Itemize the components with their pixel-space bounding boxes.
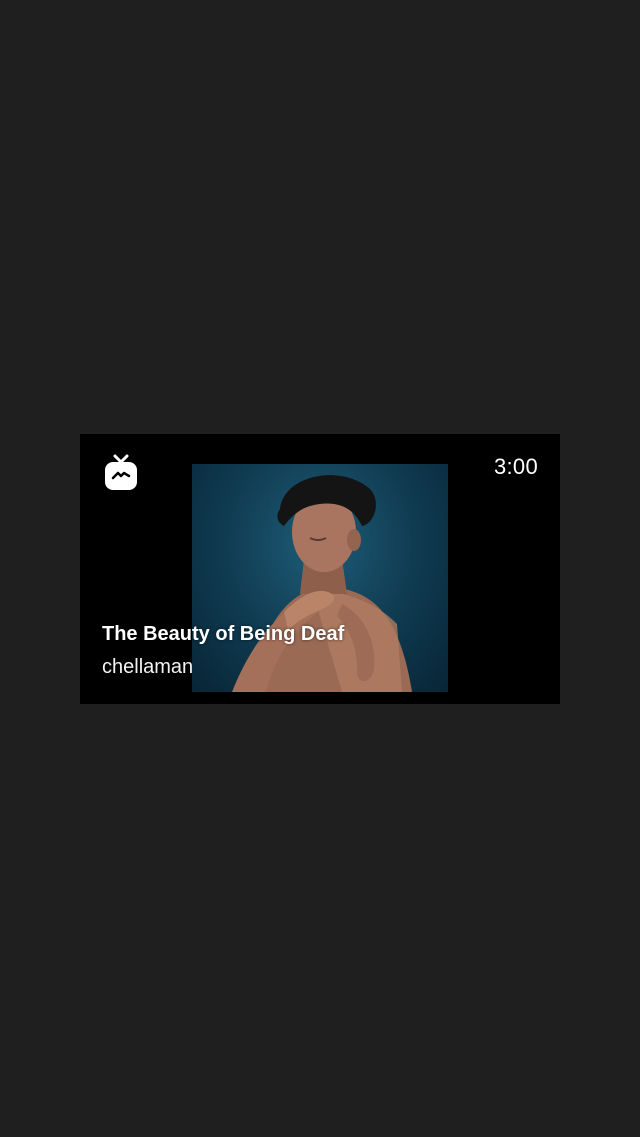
video-thumbnail (192, 464, 448, 692)
video-author[interactable]: chellaman (102, 656, 193, 679)
igtv-video-card[interactable]: 3:00 The Beauty of Being Deaf chellaman (80, 434, 560, 704)
screen: 3:00 The Beauty of Being Deaf chellaman (0, 0, 640, 1137)
video-duration: 3:00 (493, 454, 538, 479)
igtv-icon (104, 454, 138, 492)
video-title: The Beauty of Being Deaf (102, 623, 345, 645)
